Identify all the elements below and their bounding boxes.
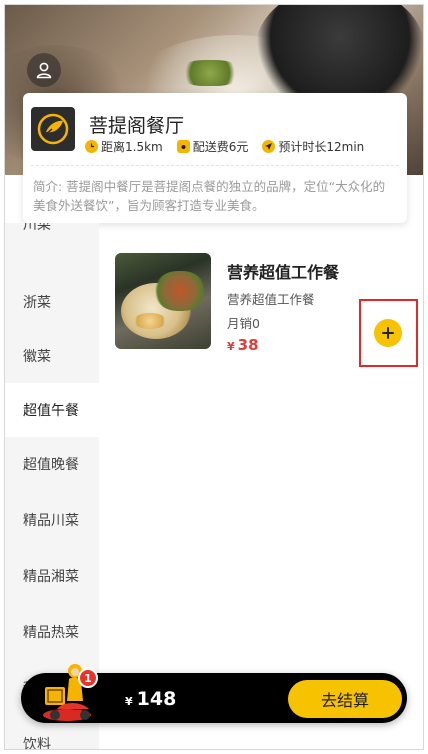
store-name: 菩提阁餐厅: [89, 115, 185, 137]
category-item-lunch-deal[interactable]: 超值午餐: [5, 383, 99, 437]
cart-count-badge: 1: [78, 668, 98, 688]
total-value: 148: [136, 688, 177, 710]
store-intro: 简介: 菩提阁中餐厅是菩提阁点餐的独立的品牌，定位“大众化的美食外送餐饮”，旨为…: [33, 179, 386, 213]
product-sales: 月销0: [227, 316, 260, 331]
total-currency: ¥: [125, 695, 133, 708]
category-label: 川菜: [23, 223, 51, 233]
delivery-fee-info: 配送费6元: [176, 138, 249, 155]
store-logo-icon: [37, 113, 69, 145]
category-item-premium-hot-dishes[interactable]: 精品热菜: [5, 605, 99, 659]
category-label: 精品湘菜: [23, 569, 79, 585]
category-item-premium-chuancai[interactable]: 精品川菜: [5, 493, 99, 547]
category-item-dinner-deal[interactable]: 超值晚餐: [5, 437, 99, 491]
category-item-zhecai[interactable]: 浙菜: [5, 275, 99, 329]
category-item-chuancai[interactable]: 川菜: [5, 223, 99, 251]
category-item-huicai[interactable]: 徽菜: [5, 329, 99, 383]
user-icon: [36, 62, 52, 79]
product-image: [115, 253, 211, 349]
category-label: 精品川菜: [23, 513, 79, 529]
category-label: 精品热菜: [23, 625, 79, 641]
category-label: 超值晚餐: [23, 457, 79, 473]
price-value: 38: [237, 336, 259, 354]
money-bag-icon: [176, 140, 190, 153]
plus-icon: [382, 327, 394, 339]
category-label: 饮料: [23, 737, 51, 750]
add-to-cart-button[interactable]: [374, 319, 402, 347]
product-name: 营养超值工作餐: [227, 263, 340, 282]
user-profile-button[interactable]: [27, 53, 61, 87]
store-meta: 距离1.5km 配送费6元 预计时长12min: [85, 138, 364, 155]
price-currency: ¥: [227, 340, 235, 353]
category-label: 超值午餐: [23, 403, 79, 419]
distance-info: 距离1.5km: [85, 138, 163, 155]
card-divider: [31, 165, 399, 166]
eta-text: 预计时长12min: [278, 140, 365, 154]
category-label: 徽菜: [23, 349, 51, 365]
delivery-fee-text: 配送费6元: [192, 140, 249, 154]
product-price: ¥38: [227, 335, 259, 354]
eta-info: 预计时长12min: [262, 138, 364, 155]
app-frame: 菩提阁餐厅 距离1.5km 配送费6元 预计时长12min 简介: 菩提阁中餐厅…: [4, 4, 424, 750]
distance-text: 距离1.5km: [101, 140, 163, 154]
store-logo: [31, 107, 75, 151]
category-item-premium-xiangcai[interactable]: 精品湘菜: [5, 549, 99, 603]
cart-total: ¥148: [125, 688, 176, 710]
clock-icon: [85, 140, 98, 153]
category-label: 浙菜: [23, 295, 51, 311]
store-info-card: 菩提阁餐厅 距离1.5km 配送费6元 预计时长12min 简介: 菩提阁中餐厅…: [23, 93, 407, 223]
navigation-arrow-icon: [262, 140, 276, 153]
product-description: 营养超值工作餐: [227, 292, 315, 307]
checkout-button[interactable]: 去结算: [288, 680, 402, 718]
